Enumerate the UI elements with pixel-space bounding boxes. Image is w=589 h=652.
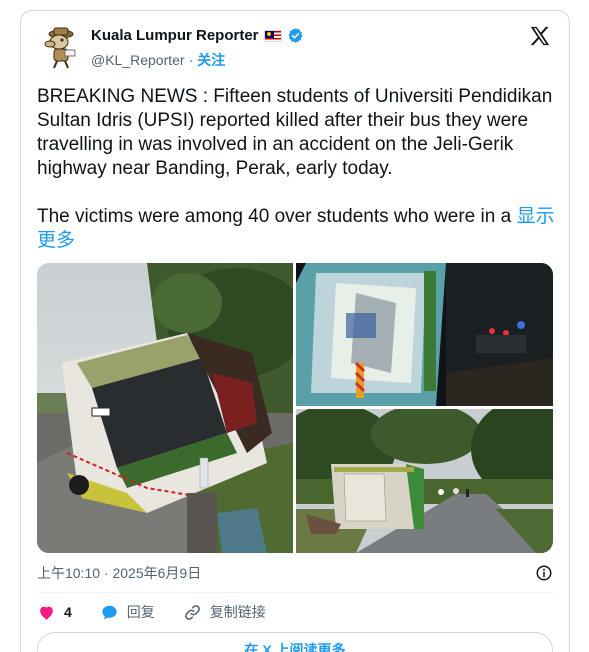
photo-overturned-bus-close[interactable] bbox=[37, 263, 293, 553]
heart-icon bbox=[40, 606, 53, 620]
reply-button[interactable]: 回复 bbox=[100, 602, 155, 622]
copy-link-button[interactable]: 复制链接 bbox=[183, 602, 266, 622]
x-logo-icon[interactable] bbox=[529, 25, 551, 47]
action-bar: 4 回复 复制链接 bbox=[37, 602, 294, 622]
media-grid bbox=[37, 263, 553, 553]
like-button[interactable]: 4 bbox=[37, 603, 72, 622]
like-count: 4 bbox=[64, 604, 72, 620]
tweet-timestamp[interactable]: 上午10:10 · 2025年6月9日 bbox=[37, 563, 201, 583]
malaysia-flag-icon bbox=[263, 29, 282, 42]
timestamp-row: 上午10:10 · 2025年6月9日 bbox=[37, 563, 553, 583]
tweet-paragraph-1: BREAKING NEWS : Fifteen students of Univ… bbox=[37, 86, 553, 179]
avatar[interactable] bbox=[37, 22, 85, 70]
reporter-mascot-icon bbox=[37, 22, 85, 70]
author-display-name[interactable]: Kuala Lumpur Reporter bbox=[91, 27, 259, 44]
verified-badge-icon bbox=[288, 28, 302, 43]
read-more-label: 在 X 上阅读更多 bbox=[244, 642, 346, 652]
reply-label: 回复 bbox=[126, 604, 155, 620]
author-handle-row: @KL_Reporter · 关注 bbox=[91, 50, 225, 70]
info-icon[interactable] bbox=[535, 564, 553, 582]
follow-button[interactable]: 关注 bbox=[197, 50, 225, 70]
tweet-text: BREAKING NEWS : Fifteen students of Univ… bbox=[37, 85, 557, 253]
separator-dot: · bbox=[188, 52, 194, 68]
link-icon bbox=[184, 604, 200, 620]
author-name-row: Kuala Lumpur Reporter bbox=[91, 27, 304, 44]
divider bbox=[37, 592, 553, 593]
tweet-card: Kuala Lumpur Reporter @KL_Reporter · 关注 … bbox=[20, 10, 570, 652]
author-handle[interactable]: @KL_Reporter bbox=[91, 52, 185, 68]
tweet-paragraph-2: The victims were among 40 over students … bbox=[37, 205, 557, 253]
photo-bus-roof-night[interactable] bbox=[296, 263, 553, 406]
reply-bubble-icon bbox=[102, 605, 117, 619]
tweet-paragraph-2-text: The victims were among 40 over students … bbox=[37, 206, 512, 227]
photo-bus-roadside-wide[interactable] bbox=[296, 409, 553, 553]
copy-link-label: 复制链接 bbox=[209, 604, 266, 620]
read-more-on-x-button[interactable]: 在 X 上阅读更多 bbox=[37, 632, 553, 652]
